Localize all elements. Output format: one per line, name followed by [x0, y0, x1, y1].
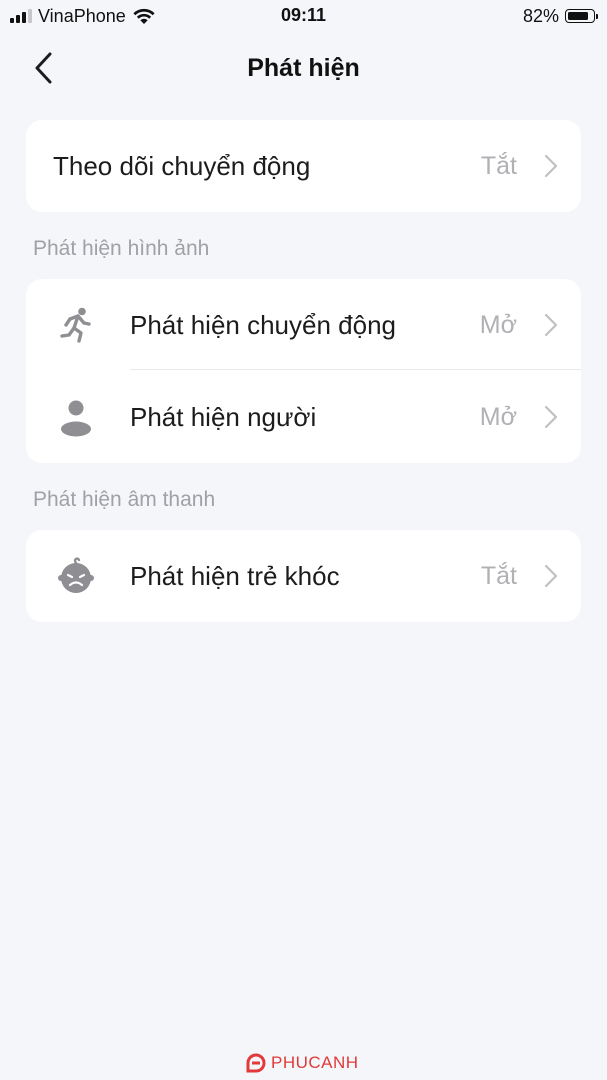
- motion-detection-label: Phát hiện chuyển động: [130, 309, 396, 340]
- person-icon: [61, 400, 91, 437]
- battery-icon: [565, 9, 598, 23]
- motion-detection-value: Mở: [479, 311, 517, 339]
- status-time: 09:11: [280, 5, 327, 25]
- battery-percent: 82%: [522, 5, 559, 26]
- motion-tracking-label: Theo dõi chuyển động: [53, 150, 311, 181]
- screen: VinaPhone 09:11 82% Phát hiện Theo dõi c…: [0, 0, 607, 1080]
- motion-tracking-card: Theo dõi chuyển động Tắt: [26, 120, 581, 212]
- image-detection-header: Phát hiện hình ảnh: [33, 237, 210, 260]
- sound-detection-card: Phát hiện trẻ khóc Tắt: [26, 530, 581, 622]
- battery-fill: [568, 12, 588, 20]
- motion-tracking-row[interactable]: Theo dõi chuyển động Tắt: [26, 120, 581, 212]
- crying-baby-icon: [58, 557, 94, 593]
- baby-cry-detection-value: Tắt: [480, 562, 517, 590]
- status-right: 82%: [522, 5, 598, 27]
- person-detection-row[interactable]: Phát hiện người Mở: [26, 371, 581, 463]
- status-bar: VinaPhone 09:11 82%: [0, 0, 607, 34]
- baby-cry-detection-label: Phát hiện trẻ khóc: [130, 560, 340, 591]
- person-detection-value: Mở: [479, 403, 517, 431]
- chevron-right-icon: [544, 313, 558, 337]
- row-divider: [130, 369, 581, 370]
- baby-cry-detection-row[interactable]: Phát hiện trẻ khóc Tắt: [26, 530, 581, 622]
- chevron-right-icon: [544, 154, 558, 178]
- person-detection-label: Phát hiện người: [130, 401, 317, 432]
- watermark-logo-icon: [246, 1053, 266, 1073]
- watermark: PHUCANH: [244, 1052, 359, 1074]
- chevron-right-icon: [544, 564, 558, 588]
- page-title: Phát hiện: [247, 54, 360, 82]
- running-person-icon: [60, 307, 91, 343]
- sound-detection-header: Phát hiện âm thanh: [33, 488, 216, 511]
- chevron-right-icon: [544, 405, 558, 429]
- watermark-text: PHUCANH: [271, 1053, 359, 1072]
- nav-bar: Phát hiện: [0, 34, 607, 104]
- motion-detection-row[interactable]: Phát hiện chuyển động Mở: [26, 279, 581, 371]
- image-detection-card: Phát hiện chuyển động Mở Phát hiện người…: [26, 279, 581, 463]
- motion-tracking-value: Tắt: [480, 152, 517, 180]
